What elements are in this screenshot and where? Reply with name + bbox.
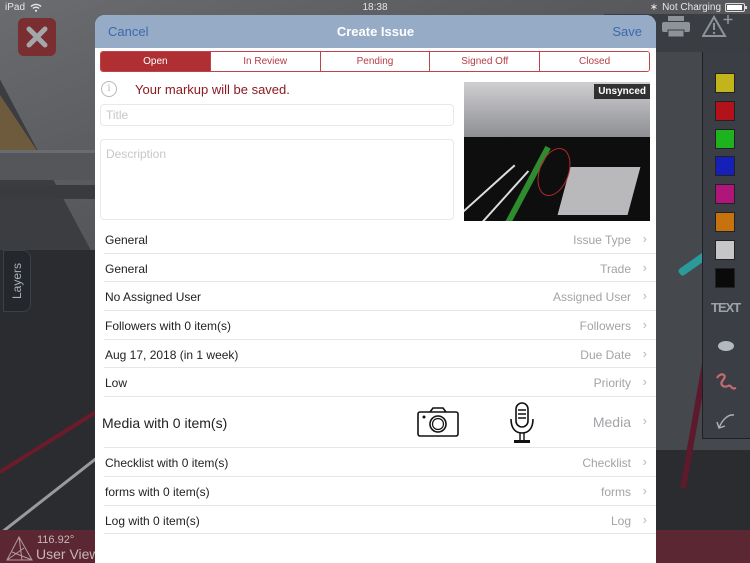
thumbnail-box bbox=[557, 167, 641, 215]
field-forms[interactable]: forms with 0 item(s) forms › bbox=[104, 477, 656, 506]
field-followers[interactable]: Followers with 0 item(s) Followers › bbox=[104, 311, 656, 340]
status-tab-signed-off[interactable]: Signed Off bbox=[429, 52, 540, 71]
markup-thumbnail[interactable]: Unsynced bbox=[464, 82, 650, 221]
chevron-right-icon: › bbox=[642, 413, 647, 429]
info-icon[interactable]: i bbox=[101, 81, 117, 97]
field-label: Priority bbox=[593, 376, 631, 391]
bluetooth-icon: ∗ bbox=[649, 2, 659, 13]
dot-tool-icon[interactable] bbox=[718, 341, 734, 351]
view-cube-icon bbox=[6, 535, 33, 561]
status-segmented-control: Open In Review Pending Signed Off Closed bbox=[100, 51, 650, 72]
color-swatch[interactable] bbox=[715, 100, 735, 121]
field-value: Low bbox=[105, 376, 128, 391]
chevron-right-icon: › bbox=[642, 454, 647, 470]
create-issue-modal: Cancel Create Issue Save Open In Review … bbox=[95, 15, 656, 563]
view-angle: 116.92° bbox=[37, 534, 75, 546]
battery-status: Not Charging bbox=[662, 2, 721, 13]
chevron-right-icon: › bbox=[642, 231, 647, 246]
field-media[interactable]: Media with 0 item(s) Media › bbox=[102, 397, 656, 449]
color-swatch[interactable] bbox=[715, 267, 735, 288]
chevron-right-icon: › bbox=[642, 511, 647, 527]
color-swatch[interactable] bbox=[715, 184, 735, 205]
field-value: Log with 0 item(s) bbox=[105, 513, 200, 528]
chevron-right-icon: › bbox=[642, 259, 647, 275]
color-swatch[interactable] bbox=[715, 73, 735, 93]
field-label: Followers bbox=[579, 319, 631, 334]
color-swatch[interactable] bbox=[715, 212, 735, 232]
color-swatch[interactable] bbox=[715, 128, 735, 149]
chevron-right-icon: › bbox=[642, 374, 647, 390]
field-value: Aug 17, 2018 (in 1 week) bbox=[105, 347, 239, 362]
field-value: Media with 0 item(s) bbox=[102, 415, 228, 432]
status-tab-open[interactable]: Open bbox=[101, 52, 210, 71]
field-value: General bbox=[105, 233, 148, 247]
field-trade[interactable]: General Trade › bbox=[104, 254, 656, 283]
undo-icon[interactable] bbox=[714, 410, 738, 432]
clock: 18:38 bbox=[362, 2, 388, 13]
ledge-shadow bbox=[0, 185, 110, 199]
field-value: General bbox=[105, 261, 148, 276]
field-priority[interactable]: Low Priority › bbox=[104, 368, 656, 398]
info-message: Your markup will be saved. bbox=[135, 81, 290, 97]
description-input[interactable] bbox=[100, 139, 454, 220]
field-label: Media bbox=[592, 414, 631, 431]
modal-title: Create Issue bbox=[336, 24, 415, 39]
camera-icon[interactable] bbox=[417, 407, 459, 437]
save-button[interactable]: Save bbox=[612, 24, 642, 39]
layers-tab[interactable]: Layers bbox=[3, 250, 31, 312]
field-label: forms bbox=[601, 484, 631, 499]
field-value: Followers with 0 item(s) bbox=[105, 319, 232, 334]
field-checklist[interactable]: Checklist with 0 item(s) Checklist › bbox=[104, 448, 656, 477]
status-bar: iPad 18:38 ∗ Not Charging bbox=[0, 0, 750, 14]
field-label: Log bbox=[610, 513, 631, 528]
layers-label: Layers bbox=[10, 262, 24, 300]
field-label: Trade bbox=[600, 261, 631, 276]
color-swatch[interactable] bbox=[715, 239, 735, 260]
field-label: Due Date bbox=[580, 347, 631, 362]
text-tool[interactable]: TEXT bbox=[711, 300, 741, 315]
field-label: Checklist bbox=[582, 456, 631, 471]
field-value: No Assigned User bbox=[105, 290, 202, 305]
chevron-right-icon: › bbox=[642, 288, 647, 304]
field-assigned-user[interactable]: No Assigned User Assigned User › bbox=[104, 282, 656, 312]
ledge bbox=[0, 150, 110, 180]
sync-status-badge: Unsynced bbox=[594, 84, 650, 99]
info-message-row: i Your markup will be saved. bbox=[101, 81, 290, 97]
freehand-tool-icon[interactable] bbox=[714, 372, 738, 394]
status-tab-pending[interactable]: Pending bbox=[319, 52, 430, 71]
chevron-right-icon: › bbox=[642, 482, 647, 498]
add-warning-icon[interactable] bbox=[702, 14, 734, 38]
print-icon[interactable] bbox=[662, 16, 690, 38]
title-input[interactable] bbox=[100, 104, 454, 126]
field-label: Issue Type bbox=[573, 233, 631, 247]
chevron-right-icon: › bbox=[642, 317, 647, 333]
field-log[interactable]: Log with 0 item(s) Log › bbox=[104, 506, 656, 535]
field-value: Checklist with 0 item(s) bbox=[105, 456, 229, 471]
close-icon bbox=[26, 26, 48, 48]
color-swatch[interactable] bbox=[715, 156, 735, 177]
field-due-date[interactable]: Aug 17, 2018 (in 1 week) Due Date › bbox=[104, 340, 656, 369]
field-issue-type[interactable]: General Issue Type › bbox=[104, 225, 656, 254]
modal-header: Cancel Create Issue Save bbox=[95, 15, 656, 48]
chevron-right-icon: › bbox=[642, 345, 647, 361]
microphone-icon[interactable] bbox=[508, 402, 536, 444]
view-label: User View bbox=[36, 546, 100, 562]
field-value: forms with 0 item(s) bbox=[105, 484, 210, 499]
status-tab-in-review[interactable]: In Review bbox=[209, 52, 320, 71]
battery-icon bbox=[725, 3, 747, 12]
field-label: Assigned User bbox=[552, 290, 631, 305]
close-button[interactable] bbox=[18, 18, 56, 56]
issue-fields-list: General Issue Type › General Trade › No … bbox=[95, 225, 656, 535]
status-tab-closed[interactable]: Closed bbox=[539, 52, 649, 71]
